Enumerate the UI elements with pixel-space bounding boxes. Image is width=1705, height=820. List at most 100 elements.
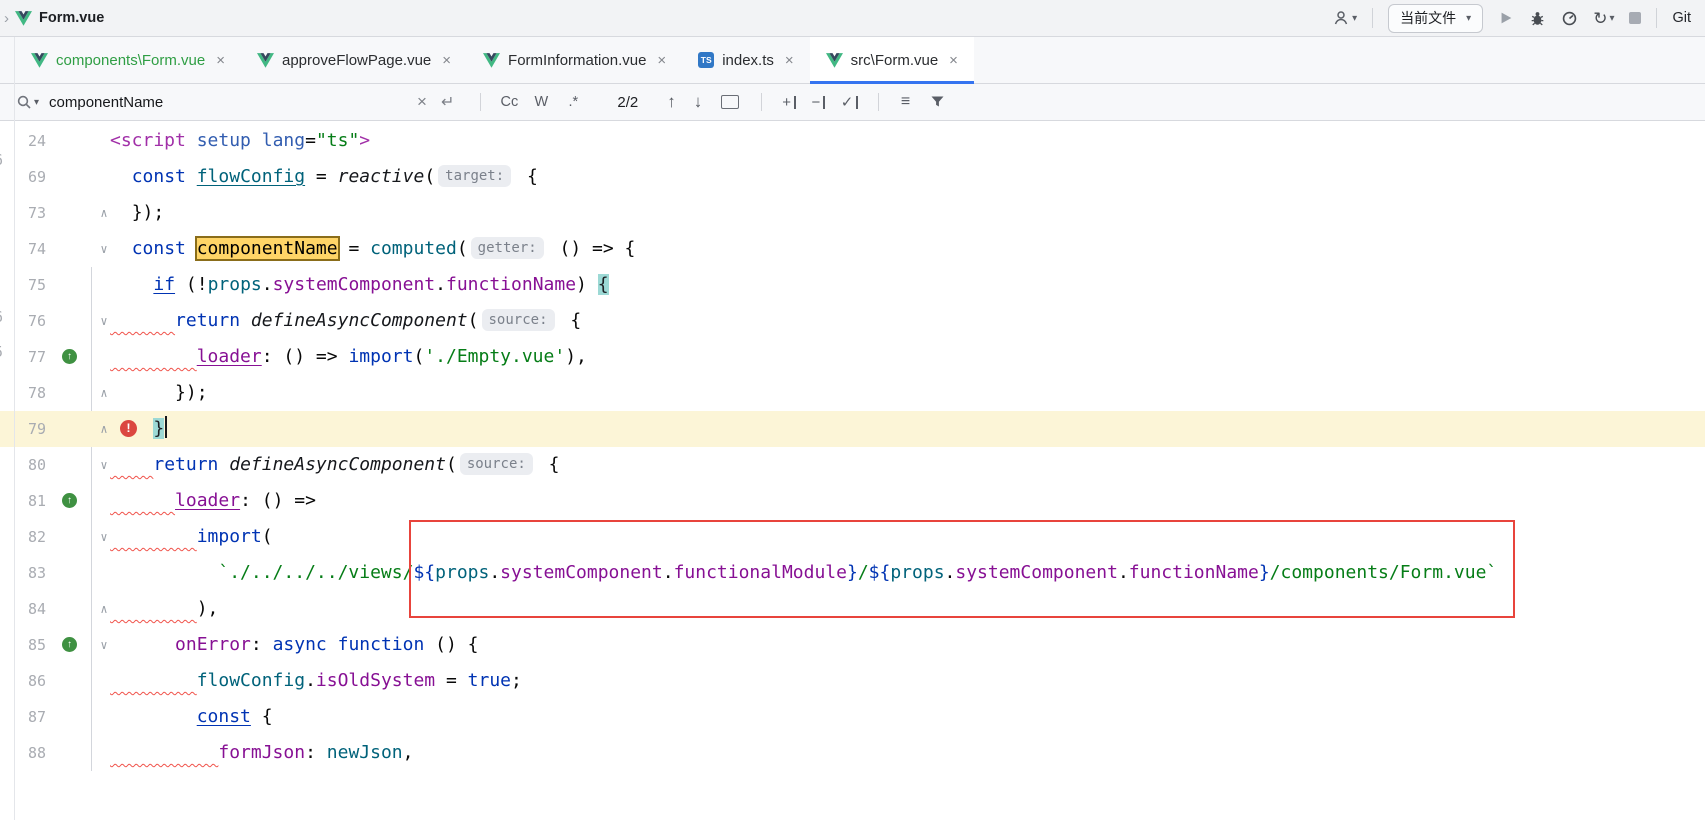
code-line-77[interactable]: 77 ↑ loader: () => import('./Empty.vue'),	[0, 339, 1705, 375]
code-text: flowConfig.isOldSystem = true;	[110, 670, 522, 691]
profiler-button[interactable]	[1561, 10, 1578, 27]
toolbar-divider	[1656, 8, 1657, 28]
chevron-down-icon: ▾	[34, 97, 39, 108]
search-input[interactable]: componentName	[49, 94, 417, 111]
debug-button[interactable]	[1529, 10, 1546, 27]
run-button[interactable]	[1498, 10, 1514, 26]
code-text: loader: () => import('./Empty.vue'),	[110, 346, 587, 367]
fold-marker-icon[interactable]: ∧	[96, 411, 112, 447]
code-line-87[interactable]: 87 const {	[0, 699, 1705, 735]
title-bar: › Form.vue ▾ 当前文件 ▾	[0, 0, 1705, 37]
code-line-85[interactable]: 85 ∨ ↑ onError: async function () {	[0, 627, 1705, 663]
user-account-icon[interactable]: ▾	[1332, 9, 1357, 27]
fold-marker-icon[interactable]: ∨	[96, 627, 112, 663]
search-icon[interactable]: ▾	[16, 94, 39, 110]
line-number: 77	[0, 339, 46, 375]
typescript-file-icon: TS	[698, 52, 714, 68]
rerun-button[interactable]: ↻ ▾	[1593, 10, 1614, 27]
ide-window: › Form.vue ▾ 当前文件 ▾	[0, 0, 1705, 820]
next-match-button[interactable]: ↓	[694, 92, 703, 112]
code-area: 24<script setup lang="ts">69 const flowC…	[0, 121, 1705, 819]
gutter-green-marker-icon[interactable]: ↑	[62, 637, 77, 652]
code-line-82[interactable]: 82∨ import(	[0, 519, 1705, 555]
code-line-80[interactable]: 80∨ return defineAsyncComponent(source: …	[0, 447, 1705, 483]
vue-file-icon	[483, 52, 500, 68]
tab-label: components\Form.vue	[56, 52, 205, 69]
tab-components-form-vue[interactable]: components\Form.vue ×	[15, 37, 241, 83]
code-line-75[interactable]: 75 if (!props.systemComponent.functionNa…	[0, 267, 1705, 303]
regex-toggle[interactable]: .*	[557, 94, 589, 110]
newline-icon[interactable]: ↵	[441, 92, 454, 112]
code-text: onError: async function () {	[110, 634, 479, 655]
close-tab-icon[interactable]: ×	[657, 52, 666, 69]
code-line-78[interactable]: 78∧ });	[0, 375, 1705, 411]
code-line-79[interactable]: 79∧! }	[0, 411, 1705, 447]
code-line-74[interactable]: 74∨ const componentName = computed(gette…	[0, 231, 1705, 267]
search-filter-icon[interactable]	[930, 95, 945, 109]
code-line-24[interactable]: 24<script setup lang="ts">	[0, 123, 1705, 159]
editor-pane[interactable]: 24<script setup lang="ts">69 const flowC…	[0, 121, 1705, 819]
fold-marker-icon[interactable]: ∨	[96, 231, 112, 267]
code-text: });	[110, 202, 164, 223]
close-tab-icon[interactable]: ×	[785, 52, 794, 69]
match-case-toggle[interactable]: Cc	[493, 94, 525, 110]
chevron-down-icon: ▾	[1352, 13, 1357, 24]
code-text: loader: () =>	[110, 490, 316, 511]
fold-marker-icon[interactable]: ∨	[96, 303, 112, 339]
find-bar: ▾ componentName × ↵ Cc W .* 2/2 ↑ ↓ + − …	[0, 84, 1705, 121]
fold-marker-icon[interactable]: ∨	[96, 447, 112, 483]
tab-label: index.ts	[722, 52, 774, 69]
searchbar-divider	[761, 93, 762, 111]
line-number: 85	[0, 627, 46, 663]
code-line-83[interactable]: 83 `./../../../views/${props.systemCompo…	[0, 555, 1705, 591]
close-tab-icon[interactable]: ×	[216, 52, 225, 69]
line-number: 83	[0, 555, 46, 591]
multiline-toggle[interactable]: ≡	[901, 93, 910, 111]
inline-error-icon[interactable]: !	[120, 420, 137, 437]
code-line-73[interactable]: 73∧ });	[0, 195, 1705, 231]
code-line-69[interactable]: 69 const flowConfig = reactive(target: {	[0, 159, 1705, 195]
searchbar-divider	[480, 93, 481, 111]
gutter-green-marker-icon[interactable]: ↑	[62, 349, 77, 364]
close-tab-icon[interactable]: ×	[949, 52, 958, 69]
line-number: 75	[0, 267, 46, 303]
tab-approveflowpage-vue[interactable]: approveFlowPage.vue×	[241, 37, 467, 83]
clear-search-icon[interactable]: ×	[417, 92, 427, 112]
code-line-76[interactable]: 76∨ return defineAsyncComponent(source: …	[0, 303, 1705, 339]
vue-file-icon	[257, 52, 274, 68]
search-in-selection-icon[interactable]	[721, 95, 739, 109]
remove-occurrence-button[interactable]: −	[812, 94, 825, 111]
tab-label: src\Form.vue	[851, 52, 939, 69]
select-all-occurrences-button[interactable]: ✓	[841, 93, 858, 111]
fold-marker-icon[interactable]: ∧	[96, 375, 112, 411]
fold-marker-icon[interactable]: ∧	[96, 195, 112, 231]
tab-src-form-vue[interactable]: src\Form.vue ×	[810, 37, 974, 83]
code-line-81[interactable]: 81↑ loader: () =>	[0, 483, 1705, 519]
previous-match-button[interactable]: ↑	[667, 92, 676, 112]
gutter-green-marker-icon[interactable]: ↑	[62, 493, 77, 508]
line-number: 69	[0, 159, 46, 195]
fold-marker-icon[interactable]: ∧	[96, 591, 112, 627]
code-text: }	[110, 418, 167, 439]
close-tab-icon[interactable]: ×	[442, 52, 451, 69]
stop-button[interactable]	[1629, 12, 1641, 24]
tab-forminformation-vue[interactable]: FormInformation.vue×	[467, 37, 682, 83]
breadcrumb-chevron-icon: ›	[4, 10, 9, 27]
window-file-title: Form.vue	[39, 10, 104, 26]
code-text: <script setup lang="ts">	[110, 130, 370, 151]
code-line-84[interactable]: 84∧ ),	[0, 591, 1705, 627]
line-number: 88	[0, 735, 46, 771]
whole-words-toggle[interactable]: W	[525, 94, 557, 110]
code-text: return defineAsyncComponent(source: {	[110, 310, 581, 331]
editor-tabs: components\Form.vue×approveFlowPage.vue×…	[0, 37, 1705, 84]
fold-marker-icon[interactable]: ∨	[96, 519, 112, 555]
run-configuration-select[interactable]: 当前文件 ▾	[1388, 4, 1483, 33]
git-widget[interactable]: Git	[1672, 10, 1691, 26]
stop-icon	[1629, 12, 1641, 24]
code-line-88[interactable]: 88 formJson: newJson,	[0, 735, 1705, 771]
adjacent-pane-line-number: 6	[0, 150, 3, 170]
tab-index-ts[interactable]: TS index.ts ×	[682, 37, 809, 83]
code-text: const componentName = computed(getter: (…	[110, 238, 635, 259]
add-occurrence-button[interactable]: +	[782, 94, 795, 111]
code-line-86[interactable]: 86 flowConfig.isOldSystem = true;	[0, 663, 1705, 699]
